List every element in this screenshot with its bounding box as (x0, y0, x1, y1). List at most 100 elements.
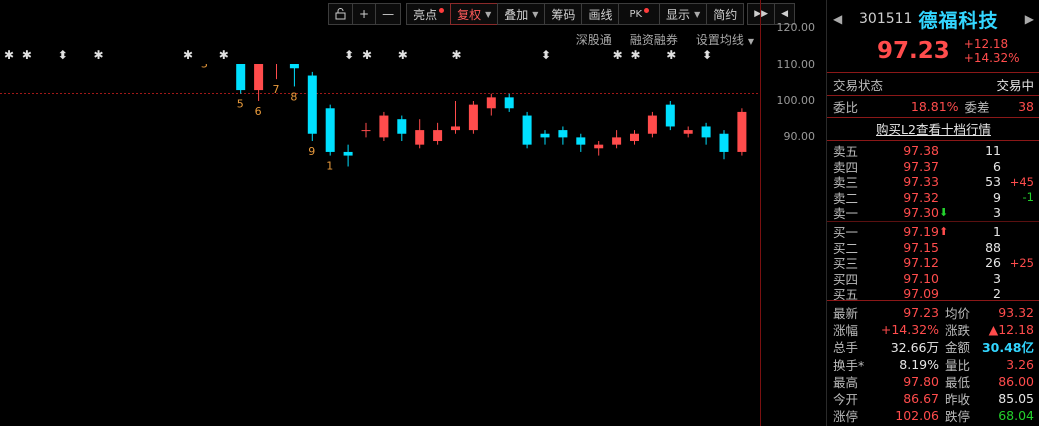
hk-connect-link[interactable]: 深股通 (576, 31, 612, 48)
count-label: 5 (237, 98, 244, 111)
book-volume: 53 (985, 174, 1001, 190)
candle-body (594, 144, 604, 149)
stat-value: 86.00 (998, 373, 1034, 389)
stat-label: 涨幅 (833, 323, 859, 339)
ask-row[interactable]: 卖一 97.30 ⬇ 3 (833, 205, 1034, 221)
candle (630, 130, 639, 145)
candle (576, 133, 586, 152)
chips-label: 筹码 (551, 7, 576, 22)
stat-value: 85.05 (998, 391, 1034, 406)
adjust-button[interactable]: 复权 ▼ (450, 3, 499, 25)
stat-label: 最高 (833, 374, 859, 390)
chart-subbar: 深股通 融资融券 设置均线 ▼ (576, 31, 754, 48)
candle-body (540, 133, 550, 138)
book-volume: 26 (985, 255, 1001, 271)
candle (468, 101, 478, 134)
event-marker-icon[interactable]: ✱ (452, 48, 462, 62)
candlestick-chart: 1234567891 (0, 64, 760, 173)
candle (415, 119, 425, 149)
book-price: 97.15 (903, 239, 939, 255)
display-button[interactable]: 显示 ▼ (659, 3, 708, 25)
stat-value: 102.06 (895, 408, 939, 424)
stat-label: 昨收 (945, 392, 971, 407)
candle (683, 126, 693, 138)
ma-settings-label: 设置均线 (695, 33, 744, 47)
draw-line-label: 画线 (588, 7, 613, 22)
stat-label: 总手 (833, 340, 859, 356)
status-value: 交易中 (996, 78, 1034, 93)
stat-label: 跌停 (945, 409, 971, 425)
candle (325, 104, 335, 156)
candle-body (451, 126, 460, 131)
event-markers: ✱ ✱ ⬍ ✱ ✱ ✱ ⬍ ✱ ✱ ✱ ⬍ ✱ ✱ ✱ ⬍ (0, 48, 760, 64)
event-marker-icon[interactable]: ✱ (613, 48, 623, 62)
stock-code: 301511 (859, 11, 913, 27)
overlay-button[interactable]: 叠加 ▼ (497, 3, 546, 25)
zoom-in-button[interactable]: + (352, 3, 377, 25)
event-marker-icon[interactable]: ⬍ (58, 48, 68, 62)
highlight-label: 亮点 (413, 7, 438, 22)
highlight-button[interactable]: 亮点 (406, 3, 452, 25)
event-marker-icon[interactable]: ✱ (362, 48, 372, 62)
candle-body (361, 130, 371, 132)
candle-body (397, 119, 407, 134)
book-volume: 6 (993, 158, 1001, 174)
chips-button[interactable]: 筹码 (544, 3, 583, 25)
simple-button[interactable]: 简约 (706, 3, 745, 25)
stat-value: 97.23 (903, 305, 939, 320)
pk-label: PK (629, 8, 643, 20)
weibi-value: 18.81% (910, 99, 959, 114)
book-price: 97.38 (903, 143, 939, 158)
book-volume: 3 (993, 205, 1001, 221)
event-marker-icon[interactable]: ⬍ (541, 48, 551, 62)
caret-down-icon: ▼ (485, 9, 492, 19)
event-marker-icon[interactable]: ⬍ (702, 48, 712, 62)
candle (486, 93, 496, 116)
last-price: 97.23 (877, 38, 950, 64)
event-marker-icon[interactable]: ✱ (4, 48, 14, 62)
book-price: 97.12 (903, 255, 939, 271)
margin-link[interactable]: 融资融券 (630, 31, 678, 48)
candle-body (647, 115, 657, 134)
candle (504, 93, 514, 112)
candle (361, 122, 371, 138)
price-tick: 90.00 (783, 130, 816, 144)
candle (737, 108, 747, 156)
pk-button[interactable]: PK (618, 3, 661, 25)
quote-panel: ◀ 301511 德福科技 ▶ 97.23 +12.18 +14.32% 交易状… (826, 0, 1039, 426)
count-label: 6 (255, 105, 262, 118)
event-marker-icon[interactable]: ✱ (183, 48, 193, 62)
ma-settings-link[interactable]: 设置均线 ▼ (696, 31, 754, 48)
candle-body (558, 130, 568, 138)
candle-body (522, 115, 532, 145)
draw-line-button[interactable]: 画线 (581, 3, 620, 25)
lock-button[interactable] (328, 3, 353, 25)
event-marker-icon[interactable]: ✱ (94, 48, 104, 62)
prev-stock-icon[interactable]: ◀ (833, 12, 851, 26)
event-marker-icon[interactable]: ✱ (219, 48, 229, 62)
plus-icon: + (359, 7, 370, 21)
caret-down-icon: ▼ (747, 37, 754, 46)
candle (594, 141, 604, 156)
candle (719, 130, 729, 160)
candle (612, 130, 622, 149)
stat-label: 涨停 (833, 409, 859, 425)
event-marker-icon[interactable]: ⬍ (344, 48, 354, 62)
candle (647, 111, 657, 138)
stat-row: 最新 97.23 均价 93.32 (833, 304, 1034, 321)
zoom-out-button[interactable]: — (375, 3, 402, 25)
weicha-label: 委差 (964, 100, 990, 115)
candle (289, 64, 299, 87)
next-stock-icon[interactable]: ▶ (1025, 12, 1034, 26)
price-tick: 100.00 (776, 94, 816, 107)
candle (397, 115, 407, 142)
weibi-label: 委比 (833, 100, 859, 115)
event-marker-icon[interactable]: ✱ (666, 48, 676, 62)
stat-value: 8.19% (899, 356, 939, 372)
candle-body (379, 115, 389, 138)
event-marker-icon[interactable]: ✱ (22, 48, 32, 62)
event-marker-icon[interactable]: ✱ (398, 48, 408, 62)
book-change: +45 (1009, 174, 1034, 189)
event-marker-icon[interactable]: ✱ (631, 48, 641, 62)
l2-link[interactable]: 购买L2查看十档行情 (876, 119, 991, 138)
